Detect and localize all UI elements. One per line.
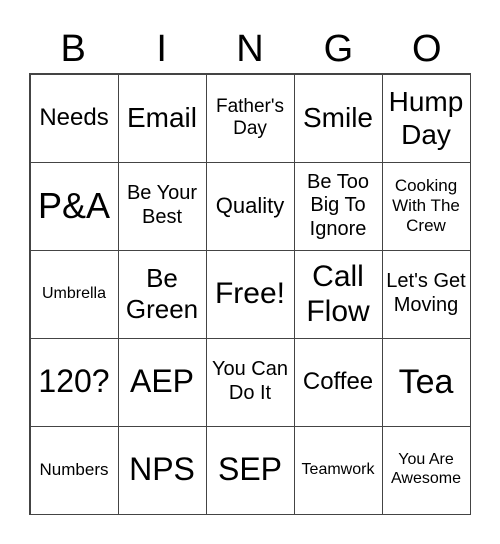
bingo-header: B I N G O: [29, 26, 471, 72]
bingo-cell[interactable]: NPS: [117, 425, 207, 515]
header-letter-g: G: [323, 28, 354, 70]
bingo-cell[interactable]: Call Flow: [293, 249, 383, 339]
bingo-cell[interactable]: Be Too Big To Ignore: [293, 161, 383, 251]
bingo-cell[interactable]: Email: [117, 73, 207, 163]
bingo-cell[interactable]: Be Your Best: [117, 161, 207, 251]
bingo-cell[interactable]: Quality: [205, 161, 295, 251]
bingo-cell[interactable]: Umbrella: [29, 249, 119, 339]
bingo-cell[interactable]: Hump Day: [381, 73, 471, 163]
bingo-cell[interactable]: Father's Day: [205, 73, 295, 163]
header-letter-n: N: [236, 28, 264, 70]
header-letter-i: I: [156, 28, 167, 70]
bingo-cell[interactable]: You Can Do It: [205, 337, 295, 427]
bingo-cell[interactable]: AEP: [117, 337, 207, 427]
bingo-cell[interactable]: Be Green: [117, 249, 207, 339]
bingo-cell[interactable]: Cooking With The Crew: [381, 161, 471, 251]
bingo-cell[interactable]: Coffee: [293, 337, 383, 427]
bingo-card-grid: Needs Email Father's Day Smile Hump Day P&A Be…: [29, 73, 471, 515]
bingo-cell[interactable]: P&A: [29, 161, 119, 251]
bingo-cell[interactable]: Free!: [205, 249, 295, 339]
bingo-cell[interactable]: Numbers: [29, 425, 119, 515]
header-letter-b: B: [60, 28, 86, 70]
header-letter-o: O: [412, 28, 442, 70]
bingo-cell[interactable]: Tea: [381, 337, 471, 427]
bingo-cell[interactable]: SEP: [205, 425, 295, 515]
bingo-cell[interactable]: Let's Get Moving: [381, 249, 471, 339]
bingo-cell[interactable]: Needs: [29, 73, 119, 163]
bingo-cell[interactable]: 120?: [29, 337, 119, 427]
bingo-cell[interactable]: You Are Awesome: [381, 425, 471, 515]
bingo-cell[interactable]: Smile: [293, 73, 383, 163]
bingo-cell[interactable]: Teamwork: [293, 425, 383, 515]
